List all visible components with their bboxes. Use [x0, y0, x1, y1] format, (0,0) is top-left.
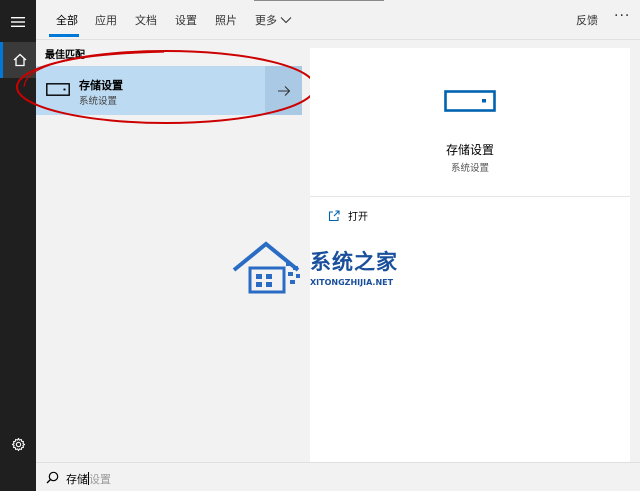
open-action[interactable]: 打开: [328, 208, 368, 223]
hamburger-icon: [11, 17, 25, 27]
watermark-logo-icon: [232, 241, 300, 294]
search-bar[interactable]: 存储设置: [36, 462, 640, 491]
tab-all[interactable]: 全部: [56, 12, 78, 28]
watermark-title: 系统之家: [310, 250, 398, 274]
more-options-button[interactable]: ···: [614, 8, 630, 24]
gear-icon: [11, 437, 25, 451]
watermark-url: XITONGZHIJIA.NET: [310, 278, 394, 287]
search-autocomplete-suggestion: 设置: [89, 473, 111, 486]
open-action-label: 打开: [348, 212, 368, 223]
feedback-button[interactable]: 反馈: [576, 12, 598, 28]
tab-apps[interactable]: 应用: [95, 12, 117, 28]
tab-documents[interactable]: 文档: [135, 12, 157, 28]
tab-photos[interactable]: 照片: [215, 12, 237, 28]
search-typed-text: 存储: [66, 473, 88, 486]
detail-subtitle: 系统设置: [450, 163, 489, 174]
search-icon: [46, 471, 59, 484]
red-annotation-ellipse: [16, 50, 316, 124]
detail-title: 存储设置: [445, 143, 494, 157]
active-tab-indicator: [49, 34, 79, 37]
hamburger-menu-button[interactable]: [0, 4, 36, 40]
chevron-down-icon: [280, 17, 292, 24]
top-edge-line: [254, 0, 384, 1]
search-header: 全部 应用 文档 设置 照片 更多 反馈 ···: [36, 0, 640, 40]
storage-drive-icon: [444, 90, 496, 112]
tab-more[interactable]: 更多: [255, 12, 292, 28]
search-input[interactable]: 存储设置: [66, 471, 111, 487]
watermark: 系统之家 XITONGZHIJIA.NET: [232, 240, 432, 300]
tab-more-label: 更多: [255, 14, 277, 27]
detail-divider: [310, 196, 630, 197]
open-external-icon: [328, 209, 340, 221]
settings-button[interactable]: [0, 426, 36, 462]
tab-settings[interactable]: 设置: [175, 12, 197, 28]
